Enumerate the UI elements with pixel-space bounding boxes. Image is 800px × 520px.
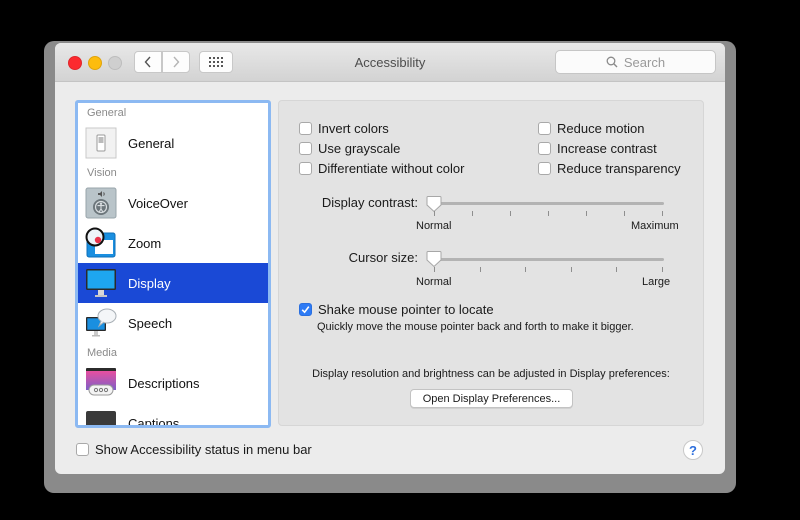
checkbox-box[interactable] bbox=[538, 122, 551, 135]
sidebar-item-label: Captions bbox=[128, 415, 180, 428]
increase-contrast-checkbox[interactable]: Increase contrast bbox=[538, 141, 657, 156]
differentiate-without-color-checkbox[interactable]: Differentiate without color bbox=[299, 161, 464, 176]
reduce-transparency-checkbox[interactable]: Reduce transparency bbox=[538, 161, 681, 176]
cursor-size-slider-track[interactable] bbox=[429, 258, 664, 261]
checkbox-label: Differentiate without color bbox=[318, 161, 465, 176]
sidebar-item-descriptions[interactable]: Descriptions bbox=[78, 363, 268, 403]
slider-tick bbox=[586, 211, 587, 216]
sidebar-item-label: Speech bbox=[128, 315, 173, 331]
titlebar: Accessibility Search bbox=[55, 43, 725, 82]
slider-tick bbox=[570, 267, 572, 272]
checkbox-label: Show Accessibility status in menu bar bbox=[95, 442, 312, 457]
checkbox-box[interactable] bbox=[76, 443, 89, 456]
cursor-size-slider-knob[interactable] bbox=[426, 250, 442, 268]
invert-colors-checkbox[interactable]: Invert colors bbox=[299, 121, 389, 136]
sidebar-item-general[interactable]: General bbox=[78, 123, 268, 163]
slider-tick bbox=[479, 267, 481, 272]
help-button[interactable]: ? bbox=[683, 440, 703, 460]
category-list[interactable]: General General Vision VoiceOver Zoom Di… bbox=[75, 100, 271, 428]
slider-tick bbox=[434, 267, 435, 272]
slider-tick bbox=[472, 211, 473, 216]
speech-bubble-icon bbox=[85, 307, 117, 339]
checkbox-box[interactable] bbox=[299, 122, 312, 135]
search-placeholder: Search bbox=[623, 54, 666, 70]
sidebar-item-label: Zoom bbox=[128, 235, 162, 251]
checkbox-label: Shake mouse pointer to locate bbox=[318, 302, 494, 317]
sidebar-item-label: VoiceOver bbox=[128, 195, 188, 211]
zoom-magnifier-icon bbox=[85, 227, 117, 259]
help-icon: ? bbox=[689, 442, 697, 458]
show-status-in-menu-bar-checkbox[interactable]: Show Accessibility status in menu bar bbox=[76, 442, 312, 457]
slider-tick bbox=[624, 211, 625, 216]
sidebar-item-display[interactable]: Display bbox=[78, 263, 268, 303]
checkbox-label: Reduce motion bbox=[557, 121, 645, 136]
descriptions-icon bbox=[85, 367, 117, 399]
sidebar-item-voiceover[interactable]: VoiceOver bbox=[78, 183, 268, 223]
checkbox-box[interactable] bbox=[299, 303, 312, 316]
display-contrast-max-label: Maximum bbox=[631, 220, 679, 232]
resolution-note: Display resolution and brightness can be… bbox=[312, 368, 670, 380]
reduce-motion-checkbox[interactable]: Reduce motion bbox=[538, 121, 644, 136]
captions-icon bbox=[85, 407, 117, 425]
section-header-media: Media bbox=[87, 347, 117, 359]
section-header-vision: Vision bbox=[87, 167, 117, 179]
section-header-general: General bbox=[87, 107, 127, 119]
slider-tick bbox=[525, 267, 527, 272]
voiceover-icon bbox=[85, 187, 117, 219]
checkbox-box[interactable] bbox=[538, 142, 551, 155]
slider-tick bbox=[662, 267, 663, 272]
open-display-preferences-button[interactable]: Open Display Preferences... bbox=[410, 389, 573, 408]
checkbox-box[interactable] bbox=[299, 162, 312, 175]
slider-tick bbox=[510, 211, 511, 216]
accessibility-window: Accessibility Search General General Vis… bbox=[55, 43, 725, 474]
general-switch-icon bbox=[85, 127, 117, 159]
checkbox-box[interactable] bbox=[538, 162, 551, 175]
sidebar-item-captions[interactable]: Captions bbox=[78, 403, 268, 428]
cursor-size-label: Cursor size: bbox=[348, 250, 418, 265]
sidebar-item-zoom[interactable]: Zoom bbox=[78, 223, 268, 263]
search-field[interactable]: Search bbox=[555, 50, 716, 74]
checkbox-label: Use grayscale bbox=[318, 141, 401, 156]
checkbox-label: Invert colors bbox=[318, 121, 389, 136]
shake-mouse-pointer-checkbox[interactable]: Shake mouse pointer to locate bbox=[299, 302, 494, 317]
cursor-size-max-label: Large bbox=[642, 276, 671, 288]
use-grayscale-checkbox[interactable]: Use grayscale bbox=[299, 141, 400, 156]
display-contrast-label: Display contrast: bbox=[321, 195, 418, 210]
shake-description: Quickly move the mouse pointer back and … bbox=[317, 321, 634, 333]
search-icon bbox=[606, 56, 618, 68]
display-contrast-min-label: Normal bbox=[416, 220, 452, 232]
checkmark-icon bbox=[301, 306, 310, 314]
display-settings-pane: Invert colors Use grayscale Differentiat… bbox=[278, 100, 704, 426]
display-monitor-icon bbox=[85, 267, 117, 299]
sidebar-item-label: Display bbox=[128, 275, 171, 291]
slider-tick bbox=[616, 267, 618, 272]
slider-tick bbox=[548, 211, 549, 216]
sidebar-item-speech[interactable]: Speech bbox=[78, 303, 268, 343]
sidebar-item-label: Descriptions bbox=[128, 375, 200, 391]
checkbox-label: Reduce transparency bbox=[557, 161, 681, 176]
sidebar-item-label: General bbox=[128, 135, 175, 151]
cursor-size-min-label: Normal bbox=[416, 276, 452, 288]
slider-tick bbox=[434, 211, 435, 216]
slider-tick bbox=[662, 211, 663, 216]
checkbox-label: Increase contrast bbox=[557, 141, 657, 156]
display-contrast-slider-track[interactable] bbox=[429, 202, 664, 205]
checkbox-box[interactable] bbox=[299, 142, 312, 155]
